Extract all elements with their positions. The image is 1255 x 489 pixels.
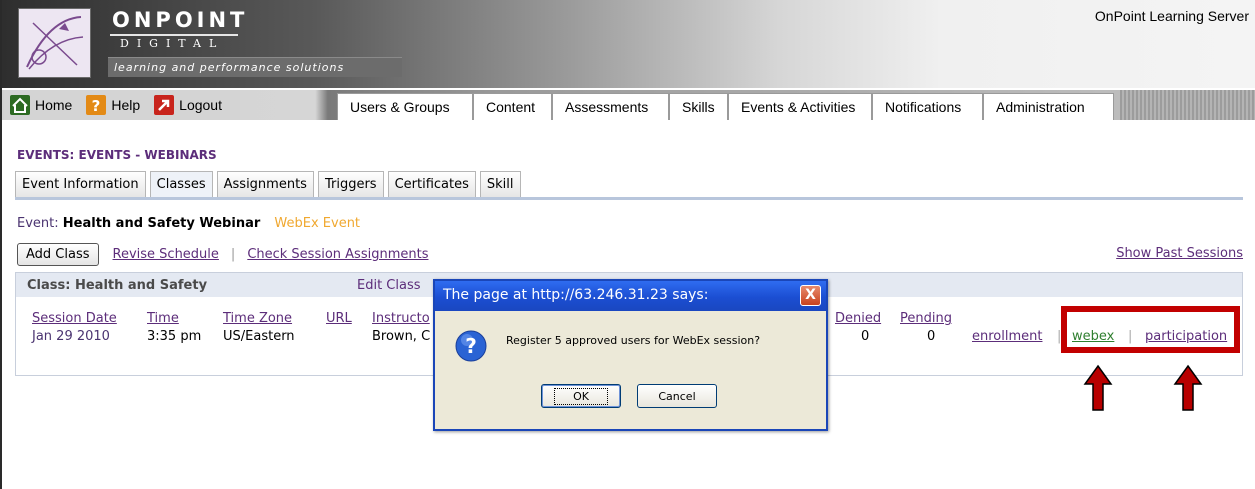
class-actions: Add Class Revise Schedule | Check Sessio… (17, 243, 428, 266)
event-type-tag: WebEx Event (274, 216, 361, 231)
tab-content[interactable]: Content (473, 93, 552, 120)
header-instructor[interactable]: Instructo (372, 311, 430, 326)
home-label: Home (35, 97, 73, 113)
header-time-zone[interactable]: Time Zone (223, 311, 292, 326)
enrollment-link[interactable]: enrollment (972, 329, 1042, 344)
brand-tagline: learning and performance solutions (108, 57, 402, 77)
confirm-dialog: The page at http://63.246.31.23 says: X … (433, 279, 828, 431)
cell-time-zone: US/Eastern (223, 329, 295, 344)
question-icon: ? (455, 330, 487, 362)
tab-skills[interactable]: Skills (669, 93, 728, 120)
tab-notifications[interactable]: Notifications (872, 93, 983, 120)
brand-title: ONPOINT (112, 8, 249, 32)
help-icon: ? (86, 95, 107, 115)
tab-events-activities[interactable]: Events & Activities (728, 93, 872, 120)
highlight-box (1061, 306, 1240, 353)
cancel-button[interactable]: Cancel (637, 384, 717, 408)
tab-assessments[interactable]: Assessments (552, 93, 669, 120)
page-title: EVENTS: EVENTS - WEBINARS (17, 148, 217, 162)
tab-event-information[interactable]: Event Information (15, 171, 146, 197)
help-label: Help (111, 97, 141, 113)
logout-link[interactable]: Logout (154, 95, 222, 115)
help-link[interactable]: ? Help (86, 95, 140, 115)
revise-schedule-link[interactable]: Revise Schedule (113, 247, 219, 262)
show-past-sessions-link[interactable]: Show Past Sessions (1116, 246, 1243, 261)
logout-label: Logout (179, 97, 222, 113)
tab-administration[interactable]: Administration (983, 93, 1114, 120)
home-link[interactable]: Home (10, 95, 72, 115)
header-url[interactable]: URL (326, 311, 352, 326)
edit-class-link[interactable]: Edit Class (357, 278, 421, 293)
tab-triggers[interactable]: Triggers (317, 171, 384, 197)
home-icon (10, 95, 30, 115)
tab-classes[interactable]: Classes (149, 171, 213, 197)
sub-tabs: Event Information Classes Assignments Tr… (15, 171, 525, 197)
dialog-message: Register 5 approved users for WebEx sess… (506, 334, 761, 347)
ok-button[interactable]: OK (541, 384, 621, 408)
brand-subtitle: DIGITAL (120, 37, 225, 50)
dialog-title: The page at http://63.246.31.23 says: (435, 281, 826, 311)
header-pending[interactable]: Pending (900, 311, 952, 326)
event-label: Event: (17, 216, 59, 231)
svg-text:?: ? (465, 334, 477, 358)
add-class-button[interactable]: Add Class (17, 243, 99, 266)
action-separator: | (230, 247, 236, 262)
ok-label: OK (554, 387, 608, 405)
dialog-close-button[interactable]: X (800, 285, 821, 306)
header-denied[interactable]: Denied (835, 311, 881, 326)
header-time[interactable]: Time (147, 311, 179, 326)
svg-text:?: ? (92, 97, 101, 115)
class-title: Class: Health and Safety (27, 278, 208, 293)
tab-certificates[interactable]: Certificates (387, 171, 476, 197)
header-banner: ONPOINT DIGITAL learning and performance… (2, 0, 1255, 88)
nav-bar: Home ? Help Logout Users & Groups Conten… (2, 90, 1255, 120)
nav-bar-end (1120, 90, 1255, 120)
tab-skill[interactable]: Skill (479, 171, 521, 197)
check-session-assignments-link[interactable]: Check Session Assignments (247, 247, 428, 262)
cell-time: 3:35 pm (147, 329, 202, 344)
main-tabs: Users & Groups Content Assessments Skill… (337, 93, 1114, 120)
sub-tabs-rule (15, 197, 1243, 200)
tab-users-groups[interactable]: Users & Groups (337, 93, 473, 120)
cell-instructor: Brown, C (372, 329, 431, 344)
event-name: Health and Safety Webinar (62, 216, 261, 231)
tab-assignments[interactable]: Assignments (216, 171, 314, 197)
red-up-arrow-icon (1083, 364, 1113, 411)
server-name: OnPoint Learning Server (1094, 8, 1249, 24)
cell-session-date: Jan 29 2010 (32, 329, 110, 344)
brand-rule (110, 34, 238, 36)
cell-denied: 0 (861, 329, 870, 344)
red-up-arrow-icon (1173, 364, 1203, 411)
logo-icon (18, 8, 91, 78)
nav-utility-links: Home ? Help Logout (4, 90, 240, 120)
cell-pending: 0 (927, 329, 936, 344)
logout-icon (154, 95, 175, 115)
event-line: Event: Health and Safety Webinar WebEx E… (17, 216, 360, 231)
header-session-date[interactable]: Session Date (32, 311, 117, 326)
